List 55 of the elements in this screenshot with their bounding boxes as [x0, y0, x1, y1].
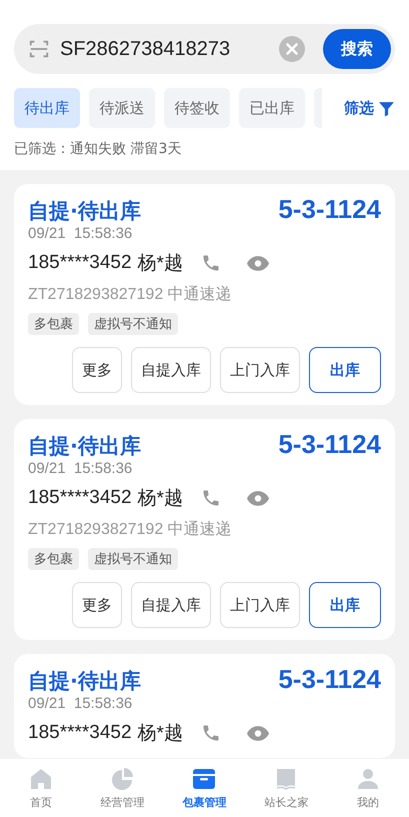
recipient-name: 杨*越: [138, 722, 183, 746]
shelf-code: 5-3-1124: [278, 429, 381, 460]
phone-icon[interactable]: [200, 488, 221, 508]
person-icon: [356, 766, 380, 790]
recipient-phone: 185****3452: [28, 722, 132, 744]
search-value: SF2862738418273: [60, 38, 232, 60]
parcel-tag: 虚拟号不通知: [88, 313, 178, 335]
status-tab[interactable]: 待出库: [14, 88, 80, 128]
filter-icon: [378, 100, 395, 116]
shelf-code: 5-3-1124: [278, 664, 381, 695]
recipient-phone: 185****3452: [28, 487, 132, 509]
search-button[interactable]: 搜索: [323, 29, 391, 69]
parcel-status: 自提·待出库: [28, 198, 141, 225]
parcel-tag: 多包裹: [28, 548, 79, 570]
eye-icon[interactable]: [246, 726, 269, 740]
action-button[interactable]: 上门入库: [220, 582, 300, 628]
status-tab[interactable]: 已出库: [239, 88, 305, 128]
recipient-name: 杨*越: [138, 487, 183, 511]
parcel-tag: 多包裹: [28, 313, 79, 335]
parcel-tag: 虚拟号不通知: [88, 548, 178, 570]
tab-bar-item[interactable]: 我的: [327, 759, 409, 817]
recipient-name: 杨*越: [138, 252, 183, 276]
tab-bar-item[interactable]: 经营管理: [82, 759, 164, 817]
tab-bar-item[interactable]: 首页: [0, 759, 82, 817]
box-icon: [192, 766, 216, 790]
action-button[interactable]: 自提入库: [131, 582, 211, 628]
action-button[interactable]: 自提入库: [131, 347, 211, 393]
home-icon: [28, 766, 53, 790]
eye-icon[interactable]: [246, 490, 269, 506]
status-tab[interactable]: 待签收: [164, 88, 230, 128]
action-button[interactable]: 更多: [72, 582, 122, 628]
eye-icon[interactable]: [246, 256, 269, 270]
tab-bar-item[interactable]: 站长之家: [245, 759, 328, 817]
action-button[interactable]: 更多: [72, 347, 122, 393]
parcel-time: 09/21 15:58:36: [28, 695, 134, 712]
pie-chart-icon: [110, 766, 135, 790]
parcel-time: 09/21 15:58:36: [28, 460, 134, 477]
shelf-code: 5-3-1124: [278, 194, 381, 225]
action-button[interactable]: 上门入库: [220, 347, 300, 393]
filter-summary: 已筛选：通知失败 滞留3天: [14, 140, 182, 159]
tab-bar-item[interactable]: 包裹管理: [164, 759, 246, 817]
parcel-status: 自提·待出库: [28, 433, 141, 460]
action-button[interactable]: 出库: [309, 347, 381, 393]
action-button[interactable]: 出库: [309, 582, 381, 628]
recipient-phone: 185****3452: [28, 252, 132, 274]
tracking-number: ZT2718293827192 中通速递: [28, 284, 233, 305]
clear-icon[interactable]: [279, 36, 305, 62]
phone-icon[interactable]: [200, 723, 221, 743]
parcel-time: 09/21 15:58:36: [28, 225, 134, 242]
status-tab[interactable]: 待派送: [89, 88, 155, 128]
tracking-number: ZT2718293827192 中通速递: [28, 520, 233, 540]
phone-icon[interactable]: [200, 253, 221, 273]
search-field[interactable]: SF2862738418273 搜索: [14, 24, 395, 74]
parcel-status: 自提·待出库: [28, 668, 141, 695]
scan-icon[interactable]: [28, 38, 50, 60]
